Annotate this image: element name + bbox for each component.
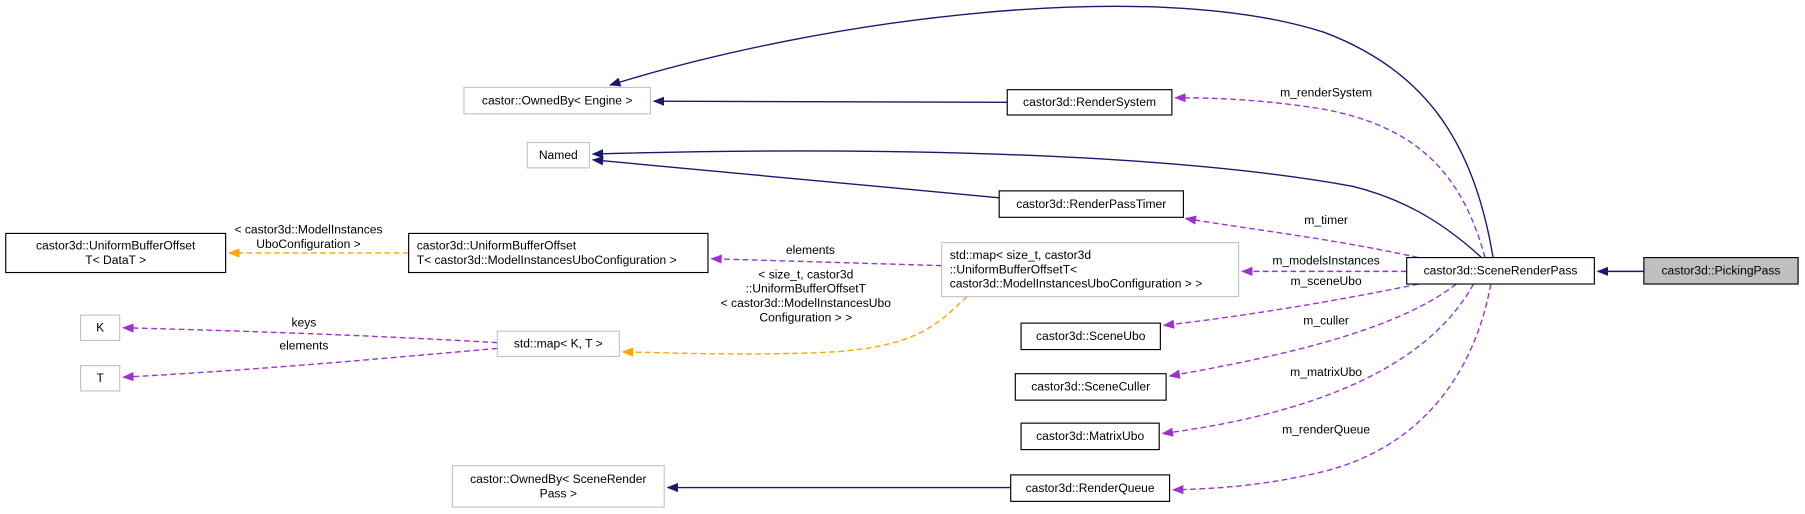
edge-label: Configuration > >: [759, 310, 852, 324]
edge-render-pass-timer-to-named: [591, 156, 1000, 199]
class-name: T: [96, 371, 104, 385]
edge-scene-render-pass-to-ownedby-engine: [609, 5, 1494, 258]
edge-label: UboConfiguration >: [256, 237, 360, 251]
class-node-ownedby-engine[interactable]: castor::OwnedBy< Engine >: [463, 86, 651, 115]
class-name: castor3d::UniformBufferOffset: [417, 239, 577, 253]
class-name: castor3d::RenderPassTimer: [1016, 197, 1166, 211]
class-node-scene-ubo[interactable]: castor3d::SceneUbo: [1020, 322, 1161, 351]
class-name: castor3d::SceneCuller: [1031, 380, 1150, 394]
class-name: T< castor3d::ModelInstancesUboConfigurat…: [417, 253, 677, 267]
edge-label: m_sceneUbo: [1291, 274, 1362, 288]
class-node-render-queue[interactable]: castor3d::RenderQueue: [1010, 474, 1171, 502]
class-node-map-size-t[interactable]: std::map< size_t, castor3d::UniformBuffe…: [941, 242, 1240, 298]
class-name: castor::OwnedBy< Engine >: [482, 93, 632, 107]
class-name: castor3d::SceneUbo: [1036, 329, 1146, 343]
edge-scene-render-pass-to-matrix-ubo: m_matrixUbo: [1161, 283, 1475, 437]
collaboration-diagram: m_renderSystem m_timer m_modelsInstances m_…: [5, 5, 1799, 508]
class-node-named[interactable]: Named: [526, 142, 590, 169]
class-name: Pass >: [540, 486, 577, 500]
edge-label: m_renderQueue: [1282, 423, 1370, 437]
edge-label: m_modelsInstances: [1272, 253, 1379, 267]
class-node-ubo-offset-datat[interactable]: castor3d::UniformBufferOffsetT< DataT >: [5, 232, 227, 274]
edge-ubo-offset-model-to-ubo-offset-datat: < castor3d::ModelInstancesUboConfigurati…: [227, 222, 409, 258]
class-node-t[interactable]: T: [80, 365, 121, 392]
class-name: castor3d::PickingPass: [1662, 264, 1781, 278]
edge-scene-render-pass-to-scene-culler: m_culler: [1168, 283, 1457, 379]
class-node-ownedby-scene-render-pass[interactable]: castor::OwnedBy< SceneRenderPass >: [451, 465, 665, 508]
edge-label: elements: [279, 339, 328, 353]
class-name: castor3d::SceneRenderPass: [1424, 264, 1578, 278]
edge-label: m_matrixUbo: [1290, 365, 1362, 379]
edge-render-system-to-ownedby-engine: [652, 96, 1008, 106]
edge-map-size-t-to-map-kt: < size_t, castor3d::UniformBufferOffsetT…: [621, 267, 968, 357]
class-name: std::map< size_t, castor3d: [950, 248, 1091, 262]
edge-label: m_culler: [1303, 313, 1349, 327]
edge-label: < castor3d::ModelInstancesUbo: [721, 296, 892, 310]
class-name: castor3d::RenderQueue: [1026, 481, 1155, 495]
edge-map-size-t-to-ubo-offset-model: elements: [710, 243, 942, 267]
class-node-k[interactable]: K: [80, 314, 121, 341]
edge-label: ::UniformBufferOffsetT: [746, 282, 867, 296]
class-name: castor3d::ModelInstancesUboConfiguration…: [950, 277, 1203, 291]
class-name: castor3d::RenderSystem: [1023, 95, 1156, 109]
edge-label: m_timer: [1304, 213, 1348, 227]
class-node-matrix-ubo[interactable]: castor3d::MatrixUbo: [1020, 422, 1160, 451]
class-node-ubo-offset-model[interactable]: castor3d::UniformBufferOffsetT< castor3d…: [408, 232, 709, 274]
edge-label: < size_t, castor3d: [758, 267, 853, 281]
class-name: castor::OwnedBy< SceneRender: [470, 472, 646, 486]
edge-label: elements: [786, 243, 835, 257]
class-node-render-pass-timer[interactable]: castor3d::RenderPassTimer: [998, 190, 1184, 218]
class-node-picking-pass[interactable]: castor3d::PickingPass: [1643, 257, 1799, 285]
edge-scene-render-pass-to-render-system: m_renderSystem: [1174, 86, 1486, 258]
class-name: ::UniformBufferOffsetT<: [950, 262, 1078, 276]
class-name: castor3d::UniformBufferOffset: [36, 239, 196, 253]
edge-scene-render-pass-to-map-size-t: m_modelsInstances: [1240, 253, 1407, 276]
class-name: std::map< K, T >: [514, 337, 603, 351]
class-node-render-system[interactable]: castor3d::RenderSystem: [1006, 89, 1173, 116]
class-name: Named: [539, 148, 578, 162]
edge-label: < castor3d::ModelInstances: [234, 222, 382, 236]
class-node-scene-render-pass[interactable]: castor3d::SceneRenderPass: [1406, 257, 1595, 285]
class-node-map-kt[interactable]: std::map< K, T >: [496, 330, 620, 357]
edge-map-kt-to-t: elements: [122, 339, 498, 382]
class-node-scene-culler[interactable]: castor3d::SceneCuller: [1014, 373, 1167, 401]
class-name: castor3d::MatrixUbo: [1036, 429, 1144, 443]
edge-label: keys: [291, 316, 316, 330]
class-name: K: [96, 320, 104, 334]
class-name: T< DataT >: [85, 253, 146, 267]
edge-label: m_renderSystem: [1280, 86, 1372, 100]
